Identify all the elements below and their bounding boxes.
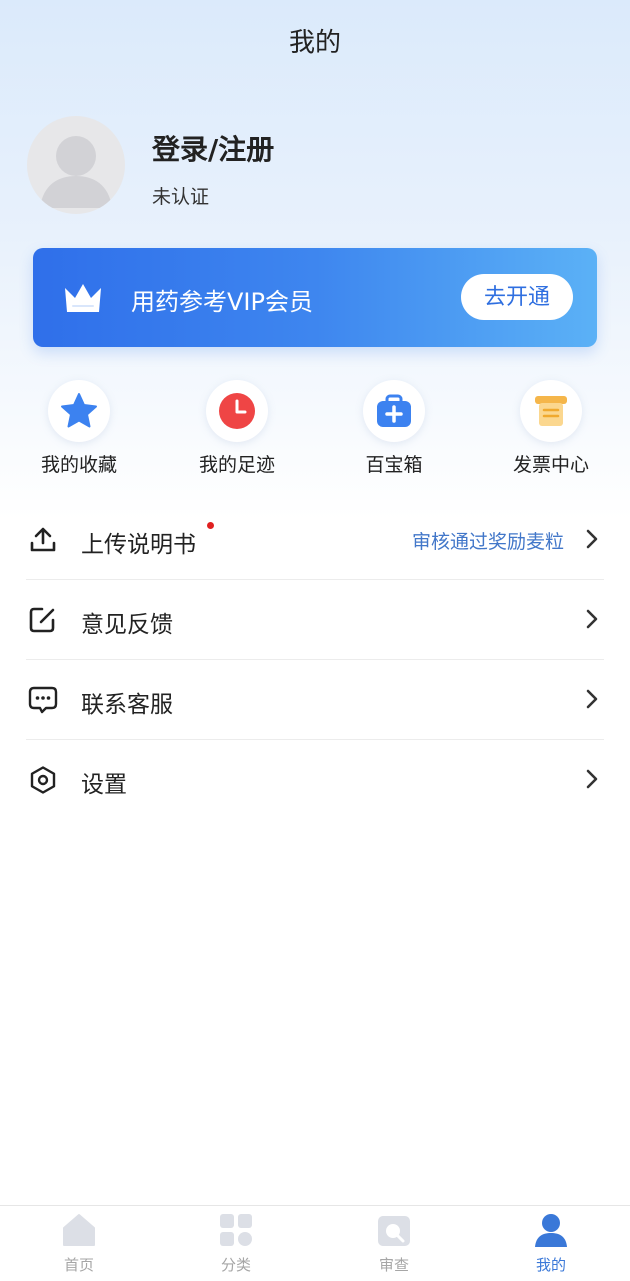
login-register-link[interactable]: 登录/注册 [152,128,274,168]
chevron-right-icon [586,769,598,789]
page-title: 我的 [288,28,341,58]
menu-item-contact-service[interactable]: 联系客服 [26,660,604,740]
quick-entry-label: 我的收藏 [40,454,117,476]
medkit-icon [377,394,411,427]
quick-entry-toolbox[interactable]: 百宝箱 [329,380,459,477]
menu-item-label: 联系客服 [81,692,173,718]
chevron-right-icon [586,529,598,549]
tab-review[interactable]: 审查 [339,1212,449,1275]
menu-item-label: 上传说明书 [81,532,196,558]
settings-icon [30,766,56,794]
menu-item-label: 设置 [81,772,127,798]
vip-banner[interactable]: 用药参考VIP会员 去开通 [33,248,597,347]
tab-label: 首页 [63,1256,94,1274]
tab-mine[interactable]: 我的 [496,1212,606,1275]
chat-icon [28,686,58,714]
vip-title: 用药参考VIP会员 [131,288,313,316]
reward-hint: 审核通过奖励麦粒 [411,531,564,553]
quick-entry-history[interactable]: 我的足迹 [172,380,302,477]
settings-menu: 上传说明书 审核通过奖励麦粒 意见反馈 联系客服 设置 [26,500,604,819]
menu-item-settings[interactable]: 设置 [26,740,604,819]
chevron-right-icon [586,609,598,629]
bottom-tab-bar: 首页 分类 审查 我的 [0,1205,630,1281]
avatar-placeholder-icon [40,136,112,208]
home-icon [63,1214,95,1246]
chevron-right-icon [586,689,598,709]
clock-icon [219,393,255,429]
notification-dot [207,522,214,529]
activate-vip-button[interactable]: 去开通 [461,274,573,320]
upload-icon [30,527,56,552]
quick-entry-label: 我的足迹 [198,454,275,476]
menu-item-feedback[interactable]: 意见反馈 [26,580,604,660]
quick-entry-icon-wrap [206,380,268,442]
tab-home[interactable]: 首页 [24,1212,134,1275]
avatar[interactable] [27,116,125,214]
quick-entry-favorites[interactable]: 我的收藏 [14,380,144,477]
quick-entry-icon-wrap [363,380,425,442]
quick-entry-icon-wrap [48,380,110,442]
menu-item-upload-manual[interactable]: 上传说明书 审核通过奖励麦粒 [26,500,604,580]
quick-entry-icon-wrap [520,380,582,442]
user-icon [535,1214,567,1247]
tab-category[interactable]: 分类 [181,1212,291,1275]
certification-status: 未认证 [152,186,210,208]
quick-entry-label: 百宝箱 [365,454,423,476]
crown-icon [65,284,101,312]
tab-label: 审查 [378,1256,409,1274]
review-icon [378,1216,410,1246]
quick-entries: 我的收藏 我的足迹 百宝箱 发票中心 [0,380,630,480]
invoice-icon [535,396,567,426]
star-icon [61,393,97,428]
quick-entry-invoice[interactable]: 发票中心 [486,380,616,477]
tab-label: 我的 [535,1256,566,1274]
grid-icon [220,1214,252,1246]
feedback-icon [29,607,55,633]
quick-entry-label: 发票中心 [512,454,589,476]
menu-item-label: 意见反馈 [81,612,173,638]
tab-label: 分类 [220,1256,251,1274]
